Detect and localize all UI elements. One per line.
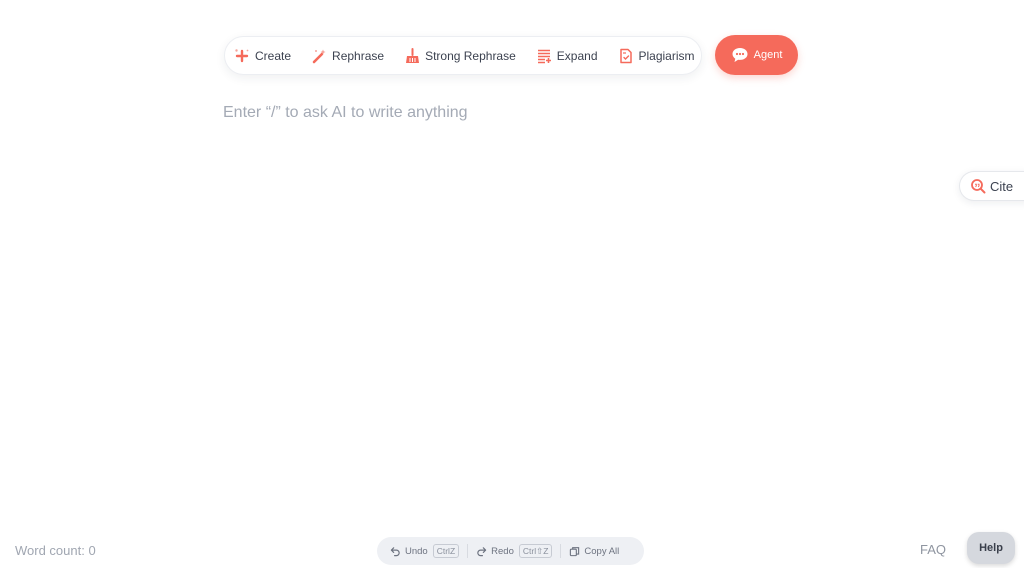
ai-toolbar: Create Rephrase Strong Rephrase Expand P… <box>224 36 702 75</box>
plagiarism-label: Plagiarism <box>638 48 695 63</box>
chat-bubble-icon <box>732 48 748 62</box>
document-check-icon <box>619 48 632 63</box>
agent-label: Agent <box>753 49 783 61</box>
text-expand-icon <box>537 49 551 63</box>
faq-link[interactable]: FAQ <box>920 542 946 557</box>
search-quote-icon <box>971 179 986 194</box>
undo-button[interactable]: Undo CtrlZ <box>390 544 460 558</box>
undo-icon <box>390 546 400 556</box>
word-count: Word count: 0 <box>15 543 96 558</box>
strong-rephrase-label: Strong Rephrase <box>425 48 516 63</box>
copy-icon <box>570 546 580 556</box>
rephrase-button[interactable]: Rephrase <box>311 37 384 74</box>
broom-icon <box>406 47 420 63</box>
copy-all-label: Copy All <box>584 545 620 557</box>
divider <box>467 544 469 558</box>
expand-button[interactable]: Expand <box>536 37 598 74</box>
strong-rephrase-button[interactable]: Strong Rephrase <box>404 37 516 74</box>
create-label: Create <box>255 48 292 63</box>
undo-shortcut: CtrlZ <box>432 544 460 558</box>
redo-icon <box>477 546 487 556</box>
sparkle-plus-icon <box>235 48 249 62</box>
undo-label: Undo <box>405 545 428 557</box>
magic-wand-icon <box>312 49 326 63</box>
rephrase-label: Rephrase <box>332 48 385 63</box>
copy-all-button[interactable]: Copy All <box>569 546 619 557</box>
editor-placeholder[interactable]: Enter “/” to ask AI to write anything <box>223 104 468 122</box>
expand-label: Expand <box>556 48 598 63</box>
help-button[interactable]: Help <box>967 532 1015 564</box>
agent-button[interactable]: Agent <box>715 35 798 75</box>
editor-actions-bar: Undo CtrlZ Redo Ctrl⇧Z Copy All <box>377 537 644 565</box>
redo-label: Redo <box>491 545 514 557</box>
redo-button[interactable]: Redo Ctrl⇧Z <box>476 544 553 558</box>
redo-shortcut: Ctrl⇧Z <box>518 544 553 558</box>
divider <box>560 544 562 558</box>
create-button[interactable]: Create <box>234 37 291 74</box>
cite-button[interactable]: Cite <box>959 171 1024 201</box>
plagiarism-button[interactable]: Plagiarism <box>618 37 695 74</box>
cite-label: Cite <box>990 178 1014 194</box>
